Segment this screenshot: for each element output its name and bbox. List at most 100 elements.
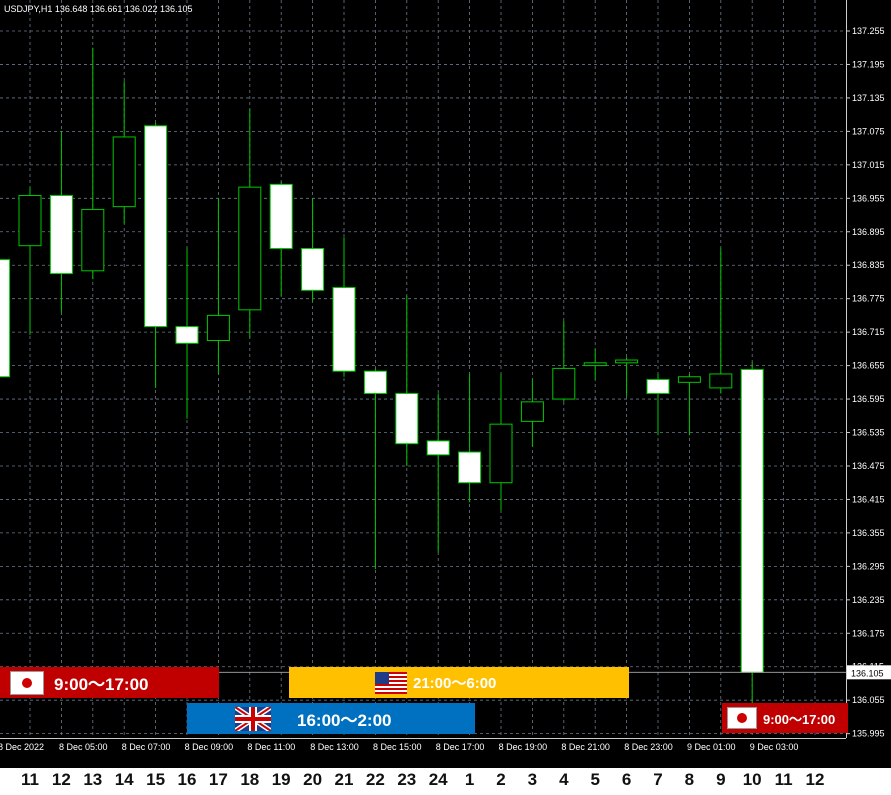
time-tick-label: 8 Dec 15:00 [373, 742, 422, 752]
candle [332, 237, 356, 377]
candle [583, 348, 607, 380]
price-tick-label: 136.775 [852, 294, 885, 304]
candle-body [301, 247, 325, 291]
hour-label: 2 [496, 770, 506, 789]
candles [0, 47, 846, 719]
candle-body [269, 183, 293, 249]
candle [677, 373, 701, 436]
candle [81, 47, 105, 280]
candle [520, 379, 544, 447]
price-tick-label: 136.595 [852, 394, 885, 404]
hour-label: 22 [365, 770, 385, 789]
hour-label: 15 [146, 770, 166, 789]
hour-label: 8 [684, 770, 695, 789]
price-tick-label: 136.475 [852, 461, 885, 471]
candle [206, 198, 230, 374]
hour-label: 11 [21, 770, 39, 789]
hour-label: 21 [334, 770, 354, 789]
candle [144, 123, 168, 388]
price-tick-label: 136.235 [852, 595, 885, 605]
candle-body [206, 314, 230, 342]
candle [646, 373, 670, 436]
candle [489, 373, 513, 511]
candle [458, 373, 482, 503]
candle-body [646, 379, 670, 394]
candle [238, 109, 262, 338]
price-tick-label: 137.015 [852, 160, 885, 170]
ny-session-banner: 21:00～6:00 [289, 667, 629, 698]
hour-label: 16 [177, 770, 197, 789]
tokyo-next-session-banner: 9:00～17:00 [722, 703, 848, 733]
price-tick-label: 137.135 [852, 93, 885, 103]
candle [0, 259, 11, 378]
candle-body [0, 259, 11, 378]
price-tick-label: 137.075 [852, 126, 885, 136]
time-tick-label: 8 Dec 2022 [0, 742, 44, 752]
hour-label: 19 [271, 770, 291, 789]
candle [552, 320, 576, 402]
candle-body [426, 440, 450, 456]
candle-body [363, 370, 387, 394]
hour-label: 13 [83, 770, 103, 789]
time-tick-label: 8 Dec 19:00 [499, 742, 548, 752]
hour-label: 12 [51, 770, 71, 789]
candle [175, 248, 199, 419]
usa-flag-icon [375, 671, 407, 694]
price-tick-label: 136.715 [852, 327, 885, 337]
hour-label: 12 [805, 770, 825, 789]
price-tick-label: 136.835 [852, 260, 885, 270]
uk-flag-icon [233, 704, 273, 733]
candle [709, 248, 733, 394]
price-tick-label: 136.295 [852, 561, 885, 571]
hour-label: 6 [621, 770, 632, 789]
hour-label: 1 [464, 770, 475, 789]
price-tick-label: 136.955 [852, 193, 885, 203]
candle [740, 362, 764, 719]
candle [18, 187, 42, 335]
price-tick-label: 136.895 [852, 227, 885, 237]
hour-label: 10 [742, 770, 762, 789]
hour-label: 24 [428, 770, 448, 789]
time-tick-label: 8 Dec 23:00 [624, 742, 673, 752]
time-tick-label: 8 Dec 17:00 [436, 742, 485, 752]
time-axis: 8 Dec 2022 8 Dec 05:00 8 Dec 07:00 8 Dec 09… [0, 742, 798, 752]
price-tick-label: 136.655 [852, 361, 885, 371]
candle-body [112, 136, 136, 208]
symbol-info: USDJPY,H1 136.648 136.661 136.022 136.10… [4, 4, 193, 14]
candle [112, 81, 136, 224]
candle-body [175, 326, 199, 344]
candle-body [615, 359, 639, 364]
time-tick-label: 9 Dec 03:00 [750, 742, 799, 752]
candle [395, 295, 419, 466]
candle-body [489, 423, 513, 484]
price-tick-label: 136.535 [852, 428, 885, 438]
time-tick-label: 8 Dec 09:00 [185, 742, 234, 752]
candle-body [144, 125, 168, 328]
price-tick-label: 135.995 [852, 729, 885, 739]
candle [269, 181, 293, 296]
candle-body [740, 369, 764, 673]
hour-label: 3 [527, 770, 538, 789]
candle-body [395, 392, 419, 445]
hour-label: 4 [559, 770, 569, 789]
price-chart[interactable]: 137.255 137.195 137.135 137.075 137.015 136.9… [0, 0, 891, 768]
ny-session-hours: 21:00～6:00 [413, 675, 497, 692]
candle-body [583, 362, 607, 367]
candle-body [520, 401, 544, 422]
price-tick-label: 136.055 [852, 695, 885, 705]
hour-label: 20 [303, 770, 323, 789]
candle-body [18, 195, 42, 247]
candle-body [709, 373, 733, 389]
candle-body [238, 186, 262, 311]
time-tick-label: 9 Dec 01:00 [687, 742, 736, 752]
candle-body [552, 367, 576, 400]
time-tick-label: 8 Dec 13:00 [310, 742, 359, 752]
time-tick-label: 8 Dec 05:00 [59, 742, 108, 752]
london-session-hours: 16:00～2:00 [297, 711, 392, 730]
candle-body [332, 287, 356, 372]
price-tick-label: 136.175 [852, 628, 885, 638]
price-tick-label: 136.415 [852, 494, 885, 504]
candle-body [81, 208, 105, 272]
london-session-banner: 16:00～2:00 [187, 703, 475, 734]
japan-flag-icon [10, 670, 44, 695]
